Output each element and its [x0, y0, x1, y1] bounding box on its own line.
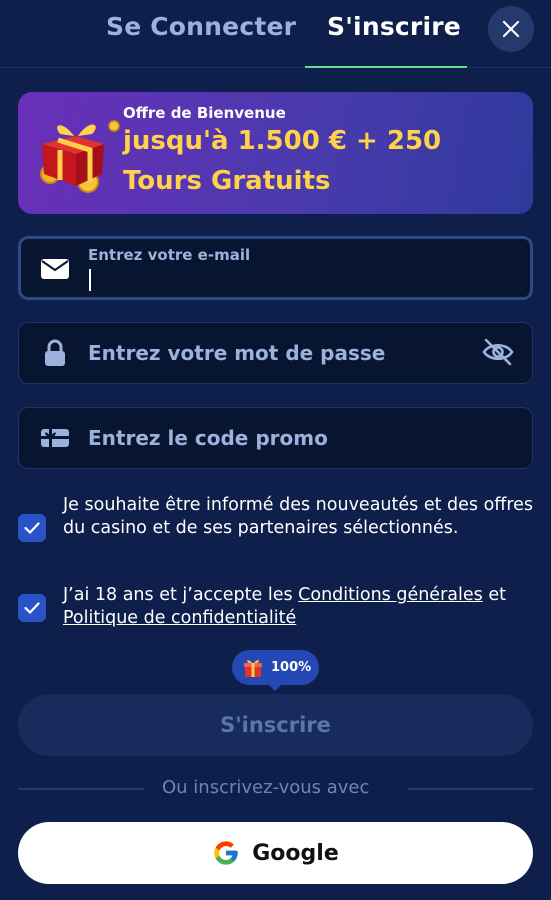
tab-login[interactable]: Se Connecter [106, 12, 296, 41]
google-signup-button[interactable]: Google [18, 822, 533, 884]
check-icon [24, 522, 40, 534]
promo-code-field[interactable]: Entrez le code promo [18, 407, 533, 469]
email-field-label: Entrez votre e-mail [88, 246, 251, 264]
divider-text: Ou inscrivez-vous avec [162, 777, 370, 798]
privacy-link[interactable]: Politique de confidentialité [63, 608, 296, 628]
text-cursor [89, 269, 91, 291]
gift-icon [40, 120, 120, 193]
google-button-label: Google [252, 840, 339, 866]
terms-middle: et [482, 585, 506, 605]
gift-icon [244, 659, 262, 677]
terms-checkbox[interactable] [18, 594, 46, 622]
bonus-progress-badge: 100% [232, 650, 319, 685]
offer-amount: jusqu'à 1.500 € + 250 [123, 126, 442, 156]
terms-prefix: J’ai 18 ans et j’accepte les [63, 585, 299, 605]
eye-off-icon[interactable] [481, 337, 515, 367]
password-placeholder: Entrez votre mot de passe [88, 341, 386, 365]
auth-tabs: Se Connecter S'inscrire [0, 0, 551, 68]
promo-placeholder: Entrez le code promo [88, 426, 328, 450]
welcome-offer-banner: Offre de Bienvenue jusqu'à 1.500 € + 250… [18, 92, 533, 214]
check-icon [24, 602, 40, 614]
newsletter-consent-text: Je souhaite être informé des nouveautés … [63, 495, 534, 538]
offer-subtitle: Offre de Bienvenue [123, 104, 286, 122]
password-field[interactable]: Entrez votre mot de passe [18, 322, 533, 384]
badge-pointer [266, 682, 284, 691]
email-field[interactable]: Entrez votre e-mail [18, 236, 533, 300]
divider-line-right [408, 788, 533, 790]
signup-submit-button[interactable]: S'inscrire [18, 694, 533, 756]
active-tab-indicator [305, 66, 467, 68]
newsletter-checkbox[interactable] [18, 514, 46, 542]
signup-modal: Se Connecter S'inscrire Offre de Bienven… [0, 0, 551, 900]
bonus-progress-value: 100% [271, 660, 312, 675]
close-button[interactable] [488, 6, 534, 52]
divider-line-left [18, 788, 144, 790]
terms-consent-text: J’ai 18 ans et j’accepte les Conditions … [63, 584, 538, 630]
terms-link[interactable]: Conditions générales [298, 585, 483, 605]
tab-signup[interactable]: S'inscrire [327, 12, 461, 41]
close-icon [502, 20, 520, 38]
offer-free-spins: Tours Gratuits [123, 166, 331, 196]
lock-icon [39, 339, 71, 367]
gift-card-icon [39, 424, 71, 452]
google-icon [214, 841, 238, 865]
envelope-icon [39, 255, 71, 283]
